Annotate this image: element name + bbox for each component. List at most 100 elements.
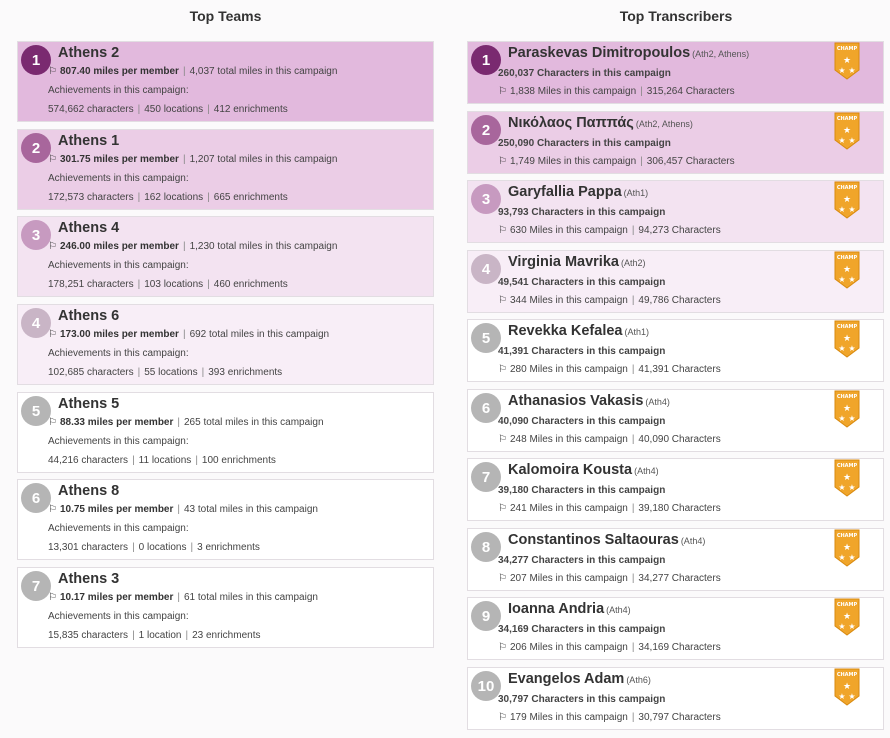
miles-label: Miles in this campaign	[529, 642, 628, 653]
transcriber-card[interactable]: 3 Garyfallia Pappa (Ath1) 93,793 Characte…	[467, 180, 884, 243]
transcriber-name[interactable]: Virginia Mavrika	[508, 254, 619, 270]
characters-label: characters	[81, 630, 129, 641]
team-name[interactable]: Athens 4	[58, 220, 119, 236]
achievements-label: Achievements in this campaign:	[48, 85, 189, 96]
transcriber-card[interactable]: 8 Constantinos Saltaouras (Ath4) 34,277 C…	[467, 528, 884, 591]
total-miles-value: 4,037	[189, 66, 215, 77]
team-name[interactable]: Athens 1	[58, 133, 119, 149]
transcriber-name[interactable]: Revekka Kefalea	[508, 323, 622, 339]
enrichments-value: 412	[213, 104, 231, 115]
enrichments-label: enrichments	[206, 630, 261, 641]
team-card[interactable]: 2 Athens 1 ⚐ 301.75 miles per member | 1,20…	[17, 129, 434, 210]
flag-icon: ⚐	[48, 66, 57, 77]
team-name[interactable]: Athens 5	[58, 396, 119, 412]
rank-badge: 1	[21, 45, 51, 75]
flag-icon: ⚐	[48, 241, 57, 252]
miles-per-member-value: 246.00	[59, 241, 91, 252]
miles-per-member-label: miles per member	[93, 329, 179, 340]
svg-text:★: ★	[848, 344, 855, 353]
transcriber-name-line: Paraskevas Dimitropoulos (Ath2, Athens)	[508, 45, 749, 61]
transcriber-name[interactable]: Evangelos Adam	[508, 671, 624, 687]
transcriber-team: (Ath4)	[645, 397, 670, 407]
total-characters-value: 94,273	[638, 225, 670, 236]
flag-icon: ⚐	[48, 329, 57, 340]
miles-per-member-label: miles per member	[93, 66, 179, 77]
team-name[interactable]: Athens 6	[58, 308, 119, 324]
team-card[interactable]: 1 Athens 2 ⚐ 807.40 miles per member | 4,03…	[17, 41, 434, 122]
team-name[interactable]: Athens 8	[58, 483, 119, 499]
transcriber-card[interactable]: 5 Revekka Kefalea (Ath1) 41,391 Character…	[467, 319, 884, 382]
team-card[interactable]: 5 Athens 5 ⚐ 88.33 miles per member | 265 t…	[17, 392, 434, 473]
svg-text:★: ★	[848, 136, 855, 145]
team-card[interactable]: 6 Athens 8 ⚐ 10.75 miles per member | 43 to…	[17, 479, 434, 560]
enrichments-value: 665	[213, 192, 231, 203]
total-characters-value: 39,180	[638, 503, 670, 514]
team-miles-line: ⚐ 173.00 miles per member | 692 total miles…	[48, 329, 330, 340]
transcriber-name[interactable]: Νικόλαος Παππάς	[508, 115, 634, 131]
characters-label: characters	[86, 192, 134, 203]
transcriber-card[interactable]: 1 Paraskevas Dimitropoulos (Ath2, Athens)…	[467, 41, 884, 104]
miles-label: Miles in this campaign	[529, 503, 628, 514]
total-miles-label: total miles in this campaign	[197, 592, 318, 603]
team-card[interactable]: 4 Athens 6 ⚐ 173.00 miles per member | 692 …	[17, 304, 434, 385]
team-card[interactable]: 7 Athens 3 ⚐ 10.17 miles per member | 61 to…	[17, 567, 434, 648]
characters-label: characters	[81, 455, 129, 466]
characters-label: Characters in this campaign	[531, 485, 666, 496]
transcriber-name-line: Νικόλαος Παππάς (Ath2, Athens)	[508, 115, 693, 131]
characters-value: 49,541	[498, 277, 529, 288]
transcriber-card[interactable]: 6 Athanasios Vakasis (Ath4) 40,090 Charac…	[467, 389, 884, 452]
total-characters-value: 34,277	[638, 573, 670, 584]
team-name[interactable]: Athens 3	[58, 571, 119, 587]
miles-value: 248	[509, 434, 527, 445]
miles-value: 344	[509, 295, 527, 306]
rank-badge: 5	[471, 323, 501, 353]
miles-label: Miles in this campaign	[529, 295, 628, 306]
transcriber-name[interactable]: Athanasios Vakasis	[508, 393, 643, 409]
achievements-label: Achievements in this campaign:	[48, 173, 189, 184]
miles-value: 630	[509, 225, 527, 236]
transcriber-card[interactable]: 4 Virginia Mavrika (Ath2) 49,541 Characte…	[467, 250, 884, 313]
team-name[interactable]: Athens 2	[58, 45, 119, 61]
flag-icon: ⚐	[498, 434, 507, 445]
miles-line: ⚐ 206 Miles in this campaign | 34,169 Chara…	[498, 642, 721, 653]
characters-value: 13,301	[48, 542, 79, 553]
locations-value: 1 location	[138, 630, 182, 641]
miles-line: ⚐ 248 Miles in this campaign | 40,090 Chara…	[498, 434, 721, 445]
miles-per-member-label: miles per member	[93, 154, 179, 165]
total-miles-value: 1,230	[189, 241, 215, 252]
achievements-label: Achievements in this campaign:	[48, 523, 189, 534]
transcriber-team: (Ath4)	[634, 466, 659, 476]
top-teams-heading: Top Teams	[189, 8, 262, 24]
miles-label: Miles in this campaign	[529, 434, 628, 445]
transcriber-name[interactable]: Garyfallia Pappa	[508, 184, 622, 200]
transcriber-name[interactable]: Constantinos Saltaouras	[508, 532, 679, 548]
svg-text:★: ★	[848, 205, 855, 214]
miles-per-member-label: miles per member	[87, 592, 174, 603]
svg-text:★: ★	[843, 125, 851, 135]
rank-badge: 6	[21, 483, 51, 513]
transcriber-team: (Ath4)	[606, 605, 631, 615]
transcriber-name[interactable]: Ioanna Andria	[508, 601, 604, 617]
flag-icon: ⚐	[498, 642, 507, 653]
enrichments-label: enrichments	[233, 192, 288, 203]
transcriber-name-line: Revekka Kefalea (Ath1)	[508, 323, 649, 339]
locations-value: 0 locations	[138, 542, 187, 553]
transcriber-team: (Ath6)	[626, 675, 651, 685]
champ-badge-icon: CHAMP ★ ★ ★	[834, 529, 860, 567]
total-characters-value: 34,169	[638, 642, 670, 653]
champ-badge-icon: CHAMP ★ ★ ★	[834, 251, 860, 289]
characters-in-campaign: 250,090 Characters in this campaign	[498, 138, 671, 149]
rank-badge: 2	[21, 133, 51, 163]
transcriber-card[interactable]: 7 Kalomoira Kousta (Ath4) 39,180 Characte…	[467, 458, 884, 521]
transcriber-card[interactable]: 2 Νικόλαος Παππάς (Ath2, Athens) 250,090 …	[467, 111, 884, 174]
transcriber-card[interactable]: 10 Evangelos Adam (Ath6) 30,797 Character…	[467, 667, 884, 730]
team-card[interactable]: 3 Athens 4 ⚐ 246.00 miles per member | 1,23…	[17, 216, 434, 297]
transcriber-name[interactable]: Kalomoira Kousta	[508, 462, 632, 478]
miles-label: Miles in this campaign	[537, 86, 637, 97]
svg-text:★: ★	[848, 275, 855, 284]
characters-in-campaign: 41,391 Characters in this campaign	[498, 346, 665, 357]
transcriber-card[interactable]: 9 Ioanna Andria (Ath4) 34,169 Characters …	[467, 597, 884, 660]
miles-line: ⚐ 1,749 Miles in this campaign | 306,457 Ch…	[498, 156, 735, 167]
transcriber-name[interactable]: Paraskevas Dimitropoulos	[508, 45, 690, 61]
svg-text:★: ★	[843, 55, 851, 65]
